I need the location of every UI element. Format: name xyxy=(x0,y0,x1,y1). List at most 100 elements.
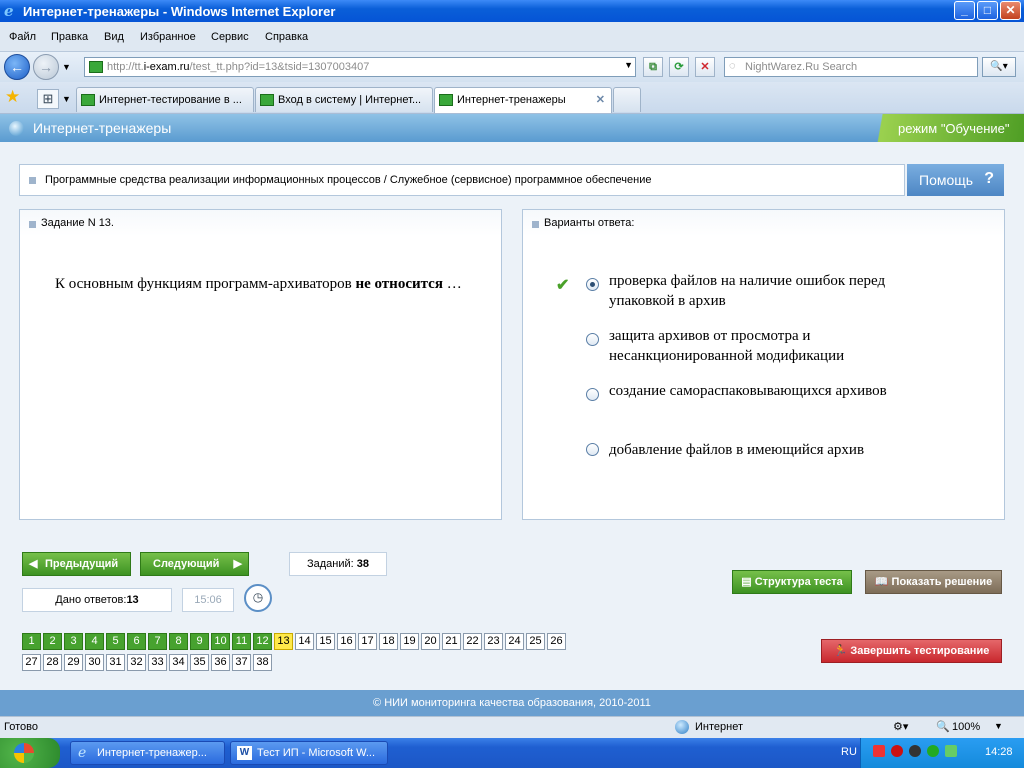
test-structure-button[interactable]: ▤ Структура теста xyxy=(732,570,852,594)
menu-help[interactable]: Справка xyxy=(265,31,308,43)
question-number[interactable]: 19 xyxy=(400,633,419,650)
start-button[interactable] xyxy=(0,738,60,768)
tab-list-dropdown-icon[interactable]: ▼ xyxy=(62,94,71,104)
question-number[interactable]: 10 xyxy=(211,633,230,650)
close-window-button[interactable]: ✕ xyxy=(1000,1,1021,20)
address-input[interactable]: http://tt.i-exam.ru/test_tt.php?id=13&ts… xyxy=(84,57,636,77)
question-number[interactable]: 14 xyxy=(295,633,314,650)
question-number[interactable]: 3 xyxy=(64,633,83,650)
recent-pages-dropdown-icon[interactable]: ▼ xyxy=(62,62,71,72)
menu-file[interactable]: Файл xyxy=(9,31,36,43)
question-number[interactable]: 20 xyxy=(421,633,440,650)
question-number[interactable]: 6 xyxy=(127,633,146,650)
network-icon[interactable] xyxy=(945,745,957,757)
menu-tools[interactable]: Сервис xyxy=(211,31,249,43)
new-tab-button[interactable] xyxy=(613,87,641,112)
show-solution-button[interactable]: 📖 Показать решение xyxy=(865,570,1002,594)
refresh-icon[interactable]: ⟳ xyxy=(669,57,689,77)
question-plain: К основным функциям программ-архиваторов xyxy=(55,276,356,292)
question-number[interactable]: 32 xyxy=(127,654,146,671)
question-number[interactable]: 30 xyxy=(85,654,104,671)
tab-login[interactable]: Вход в систему | Интернет... xyxy=(255,87,433,112)
question-number[interactable]: 15 xyxy=(316,633,335,650)
menu-view[interactable]: Вид xyxy=(104,31,124,43)
zoom-dropdown-icon[interactable]: ▼ xyxy=(994,721,1003,731)
question-number[interactable]: 23 xyxy=(484,633,503,650)
question-number[interactable]: 26 xyxy=(547,633,566,650)
question-number[interactable]: 5 xyxy=(106,633,125,650)
protected-mode-icon[interactable]: ⚙▾ xyxy=(893,720,908,733)
question-number[interactable]: 11 xyxy=(232,633,251,650)
answer-option-3[interactable]: создание самораспаковывающихся архивов xyxy=(609,381,939,401)
address-dropdown-icon[interactable]: ▼ xyxy=(624,60,633,70)
taskbar-item-ie[interactable]: e Интернет-тренажер... xyxy=(70,741,225,765)
question-number[interactable]: 25 xyxy=(526,633,545,650)
question-number[interactable]: 21 xyxy=(442,633,461,650)
question-number[interactable]: 33 xyxy=(148,654,167,671)
tray-app-icon[interactable] xyxy=(909,745,921,757)
question-number[interactable]: 38 xyxy=(253,654,272,671)
question-number[interactable]: 28 xyxy=(43,654,62,671)
question-number[interactable]: 2 xyxy=(43,633,62,650)
tray-app-icon[interactable] xyxy=(927,745,939,757)
help-button[interactable]: Помощь ? xyxy=(907,164,1004,196)
question-number[interactable]: 35 xyxy=(190,654,209,671)
clock[interactable]: 14:28 xyxy=(985,746,1013,758)
question-number[interactable]: 22 xyxy=(463,633,482,650)
quick-tabs-icon[interactable]: ⊞ xyxy=(37,89,59,109)
question-number[interactable]: 17 xyxy=(358,633,377,650)
answer-option-1[interactable]: проверка файлов на наличие ошибок перед … xyxy=(609,271,939,311)
question-number[interactable]: 7 xyxy=(148,633,167,650)
antivirus-icon[interactable] xyxy=(891,745,903,757)
question-number[interactable]: 1 xyxy=(22,633,41,650)
tab-internet-testing[interactable]: Интернет-тестирование в ... xyxy=(76,87,254,112)
question-number[interactable]: 18 xyxy=(379,633,398,650)
question-number[interactable]: 8 xyxy=(169,633,188,650)
question-text: К основным функциям программ-архиваторов… xyxy=(55,274,475,294)
question-number[interactable]: 36 xyxy=(211,654,230,671)
close-tab-icon[interactable]: ✕ xyxy=(596,93,605,106)
menu-edit[interactable]: Правка xyxy=(51,31,88,43)
answer-radio-2[interactable] xyxy=(586,333,599,346)
answer-option-2[interactable]: защита архивов от просмотра и несанкцион… xyxy=(609,326,939,366)
finish-test-button[interactable]: 🏃 Завершить тестирование xyxy=(821,639,1002,663)
answer-radio-3[interactable] xyxy=(586,388,599,401)
taskbar-item-word[interactable]: W Тест ИП - Microsoft W... xyxy=(230,741,388,765)
question-number[interactable]: 37 xyxy=(232,654,251,671)
question-number-current[interactable]: 13 xyxy=(274,633,293,650)
taskbar-item-label: Интернет-тренажер... xyxy=(97,747,207,759)
tab-internet-trainers[interactable]: Интернет-тренажеры ✕ xyxy=(434,87,612,113)
question-number[interactable]: 24 xyxy=(505,633,524,650)
stop-icon[interactable]: ✕ xyxy=(695,57,715,77)
menu-favorites[interactable]: Избранное xyxy=(140,31,196,43)
question-number[interactable]: 12 xyxy=(253,633,272,650)
previous-button[interactable]: ◀ Предыдущий xyxy=(22,552,131,576)
zoom-icon: 🔍 xyxy=(936,721,950,733)
question-number[interactable]: 34 xyxy=(169,654,188,671)
question-number[interactable]: 29 xyxy=(64,654,83,671)
answer-option-4[interactable]: добавление файлов в имеющийся архив xyxy=(609,440,939,460)
maximize-button[interactable]: □ xyxy=(977,1,998,20)
compatibility-view-icon[interactable]: ⧉ xyxy=(643,57,663,77)
language-indicator[interactable]: RU xyxy=(841,746,857,758)
security-zone: Интернет xyxy=(695,721,743,733)
question-tail: … xyxy=(442,276,462,292)
url-host: i-exam.ru xyxy=(143,61,190,73)
question-number[interactable]: 27 xyxy=(22,654,41,671)
question-number[interactable]: 4 xyxy=(85,633,104,650)
question-number[interactable]: 31 xyxy=(106,654,125,671)
tray-app-icon[interactable] xyxy=(873,745,885,757)
search-button[interactable]: 🔍▾ xyxy=(982,57,1016,77)
back-button[interactable]: ← xyxy=(4,54,30,80)
question-number[interactable]: 16 xyxy=(337,633,356,650)
minimize-button[interactable]: _ xyxy=(954,1,975,20)
answer-radio-1[interactable] xyxy=(586,278,599,291)
forward-button[interactable]: → xyxy=(33,54,59,80)
zoom-level[interactable]: 100% xyxy=(952,721,980,733)
answer-radio-4[interactable] xyxy=(586,443,599,456)
question-number[interactable]: 9 xyxy=(190,633,209,650)
favorites-star-icon[interactable]: ★ xyxy=(5,87,20,107)
finish-label: Завершить тестирование xyxy=(850,645,990,657)
search-input[interactable]: ◌ NightWarez.Ru Search xyxy=(724,57,978,77)
next-button[interactable]: Следующий ▶ xyxy=(140,552,249,576)
